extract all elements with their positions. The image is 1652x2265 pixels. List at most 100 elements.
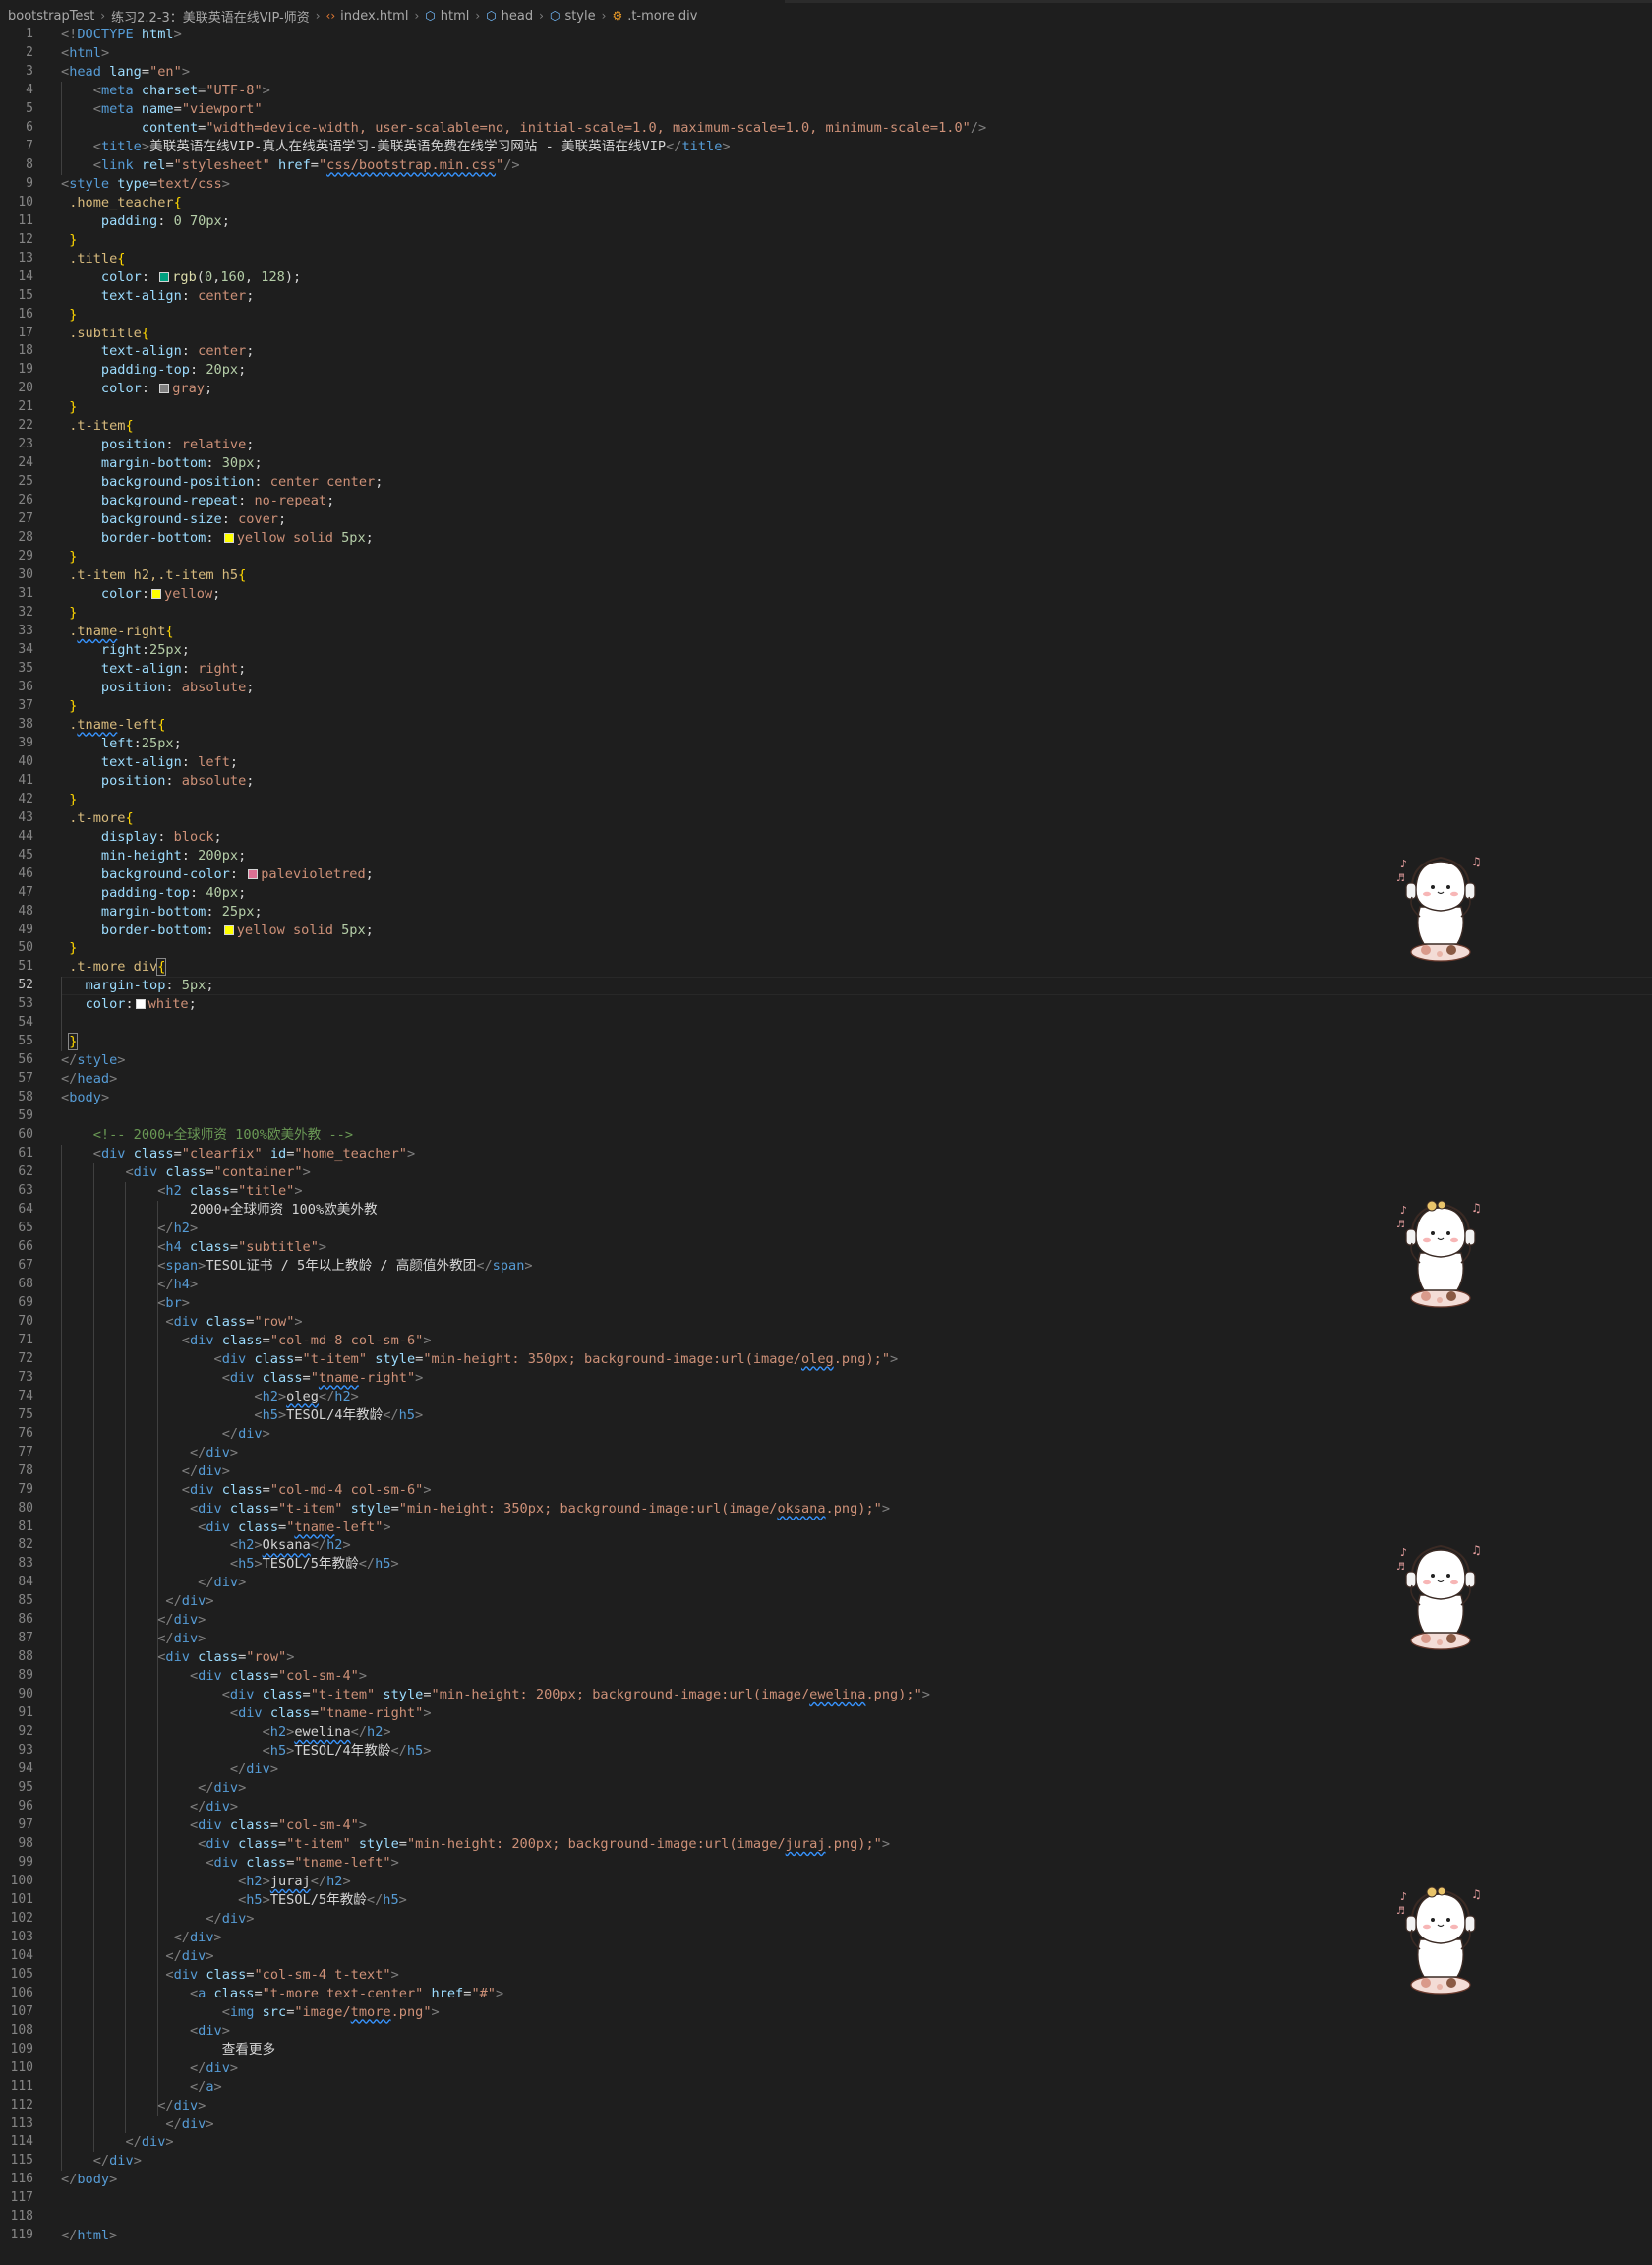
- code-text[interactable]: </h2>: [61, 1220, 198, 1238]
- code-text[interactable]: text-align: right;: [61, 660, 246, 679]
- color-swatch-icon[interactable]: [159, 271, 170, 282]
- code-text[interactable]: .subtitle{: [61, 325, 149, 343]
- code-line[interactable]: 16 }: [0, 306, 1652, 325]
- code-text[interactable]: color: rgb(0,160, 128);: [61, 268, 301, 287]
- code-text[interactable]: <h5>TESOL/5年教龄</h5>: [61, 1555, 399, 1574]
- code-text[interactable]: </div>: [61, 2116, 213, 2134]
- code-line[interactable]: 110 </div>: [0, 2058, 1652, 2078]
- breadcrumb-item-head[interactable]: head: [502, 9, 533, 24]
- code-line[interactable]: 32 }: [0, 604, 1652, 623]
- code-line[interactable]: 111 </a>: [0, 2077, 1652, 2097]
- code-line[interactable]: 112 </div>: [0, 2096, 1652, 2116]
- code-text[interactable]: }: [61, 231, 77, 250]
- code-text[interactable]: <h2>oleg</h2>: [61, 1388, 358, 1406]
- code-text[interactable]: position: absolute;: [61, 772, 255, 791]
- code-line[interactable]: 115 </div>: [0, 2152, 1652, 2172]
- code-line[interactable]: 10 .home_teacher{: [0, 194, 1652, 212]
- code-line[interactable]: 37 }: [0, 697, 1652, 716]
- code-line[interactable]: 54: [0, 1014, 1652, 1034]
- code-line[interactable]: 3 <head lang="en">: [0, 63, 1652, 82]
- code-text[interactable]: <!-- 2000+全球师资 100%欧美外教 -->: [61, 1126, 353, 1145]
- breadcrumb-item-selector[interactable]: .t-more div: [627, 9, 697, 24]
- code-text[interactable]: <div class="row">: [61, 1313, 302, 1332]
- code-line[interactable]: 108 <div>: [0, 2021, 1652, 2041]
- code-text[interactable]: <!DOCTYPE html>: [61, 26, 182, 44]
- code-text[interactable]: <div class="col-md-4 col-sm-6">: [61, 1481, 432, 1500]
- code-line[interactable]: 18 text-align: center;: [0, 342, 1652, 361]
- code-text[interactable]: right:25px;: [61, 641, 190, 660]
- horizontal-scrollbar[interactable]: [785, 0, 1652, 3]
- code-line[interactable]: 94 </div>: [0, 1760, 1652, 1780]
- code-text[interactable]: color: white;: [61, 995, 197, 1014]
- code-line[interactable]: 11 padding: 0 70px;: [0, 212, 1652, 231]
- color-swatch-icon[interactable]: [223, 924, 234, 935]
- code-line[interactable]: 24 margin-bottom: 30px;: [0, 454, 1652, 473]
- code-text[interactable]: <div class="t-item" style="min-height: 2…: [61, 1835, 890, 1854]
- code-text[interactable]: padding: 0 70px;: [61, 212, 230, 231]
- breadcrumb-item-html[interactable]: html: [441, 9, 470, 24]
- color-swatch-icon[interactable]: [159, 384, 170, 394]
- code-text[interactable]: min-height: 200px;: [61, 847, 246, 865]
- code-line[interactable]: 80 <div class="t-item" style="min-height…: [0, 1499, 1652, 1519]
- code-text[interactable]: <a class="t-more text-center" href="#">: [61, 1985, 503, 2003]
- breadcrumb-item-style[interactable]: style: [564, 9, 595, 24]
- code-line[interactable]: 15 text-align: center;: [0, 287, 1652, 306]
- code-text[interactable]: margin-bottom: 30px;: [61, 454, 263, 473]
- code-text[interactable]: <h2>Oksana</h2>: [61, 1536, 351, 1555]
- code-line[interactable]: 5 <meta name="viewport": [0, 99, 1652, 119]
- code-text[interactable]: </div>: [61, 2059, 238, 2078]
- code-text[interactable]: background-color: palevioletred;: [61, 865, 374, 884]
- code-text[interactable]: </div>: [61, 2097, 206, 2116]
- code-text[interactable]: margin-bottom: 25px;: [61, 903, 263, 922]
- code-text[interactable]: background-position: center center;: [61, 473, 383, 492]
- code-text[interactable]: </style>: [61, 1051, 125, 1070]
- code-line[interactable]: 13 .title{: [0, 250, 1652, 268]
- code-line[interactable]: 25 background-position: center center;: [0, 473, 1652, 492]
- code-line[interactable]: 79 <div class="col-md-4 col-sm-6">: [0, 1480, 1652, 1500]
- code-text[interactable]: padding-top: 40px;: [61, 884, 246, 903]
- code-text[interactable]: color: yellow;: [61, 585, 220, 604]
- code-line[interactable]: 58 <body>: [0, 1089, 1652, 1107]
- code-text[interactable]: <div class="col-md-8 col-sm-6">: [61, 1332, 432, 1350]
- code-text[interactable]: <br>: [61, 1294, 190, 1313]
- code-text[interactable]: 查看更多: [61, 2041, 275, 2059]
- code-line[interactable]: 22 .t-item{: [0, 417, 1652, 436]
- code-line[interactable]: 70 <div class="row">: [0, 1312, 1652, 1332]
- code-line[interactable]: 97 <div class="col-sm-4">: [0, 1817, 1652, 1835]
- code-line[interactable]: 107 <img src="image/tmore.png">: [0, 2002, 1652, 2022]
- code-line[interactable]: 109 查看更多: [0, 2040, 1652, 2059]
- code-text[interactable]: .tname-right{: [61, 623, 173, 641]
- code-text[interactable]: <h4 class="subtitle">: [61, 1238, 326, 1257]
- code-text[interactable]: <link rel="stylesheet" href="css/bootstr…: [61, 156, 520, 175]
- code-line[interactable]: 78 </div>: [0, 1461, 1652, 1481]
- code-line[interactable]: 72 <div class="t-item" style="min-height…: [0, 1349, 1652, 1369]
- code-text[interactable]: <h2 class="title">: [61, 1182, 302, 1201]
- code-line[interactable]: 56 </style>: [0, 1051, 1652, 1070]
- code-text[interactable]: <div class="tname-right">: [61, 1369, 424, 1388]
- code-text[interactable]: <div class="clearfix" id="home_teacher">: [61, 1145, 415, 1163]
- code-text[interactable]: </div>: [61, 1444, 238, 1462]
- code-text[interactable]: text-align: left;: [61, 753, 238, 772]
- code-text[interactable]: .home_teacher{: [61, 194, 182, 212]
- code-text[interactable]: <style type=text/css>: [61, 175, 230, 194]
- code-line[interactable]: 9 <style type=text/css>: [0, 175, 1652, 194]
- code-line[interactable]: 8 <link rel="stylesheet" href="css/boots…: [0, 155, 1652, 175]
- code-text[interactable]: <div class="col-sm-4">: [61, 1667, 367, 1686]
- code-text[interactable]: </div>: [61, 1425, 270, 1444]
- code-line[interactable]: 31 color: yellow;: [0, 585, 1652, 604]
- code-line[interactable]: 98 <div class="t-item" style="min-height…: [0, 1834, 1652, 1854]
- code-text[interactable]: </div>: [61, 1947, 213, 1966]
- code-text[interactable]: .t-item{: [61, 417, 133, 436]
- code-line[interactable]: 2 <html>: [0, 44, 1652, 63]
- code-line[interactable]: 40 text-align: left;: [0, 753, 1652, 772]
- code-text[interactable]: text-align: center;: [61, 342, 255, 361]
- code-line[interactable]: 41 position: absolute;: [0, 772, 1652, 791]
- code-line[interactable]: 27 background-size: cover;: [0, 510, 1652, 529]
- code-text[interactable]: position: relative;: [61, 436, 255, 454]
- color-swatch-icon[interactable]: [248, 868, 259, 879]
- code-line[interactable]: 92 <h2>ewelina</h2>: [0, 1723, 1652, 1743]
- code-text[interactable]: 2000+全球师资 100%欧美外教: [61, 1201, 378, 1220]
- code-text[interactable]: </div>: [61, 2133, 173, 2152]
- code-text[interactable]: }: [61, 398, 77, 417]
- code-line[interactable]: 114 </div>: [0, 2133, 1652, 2153]
